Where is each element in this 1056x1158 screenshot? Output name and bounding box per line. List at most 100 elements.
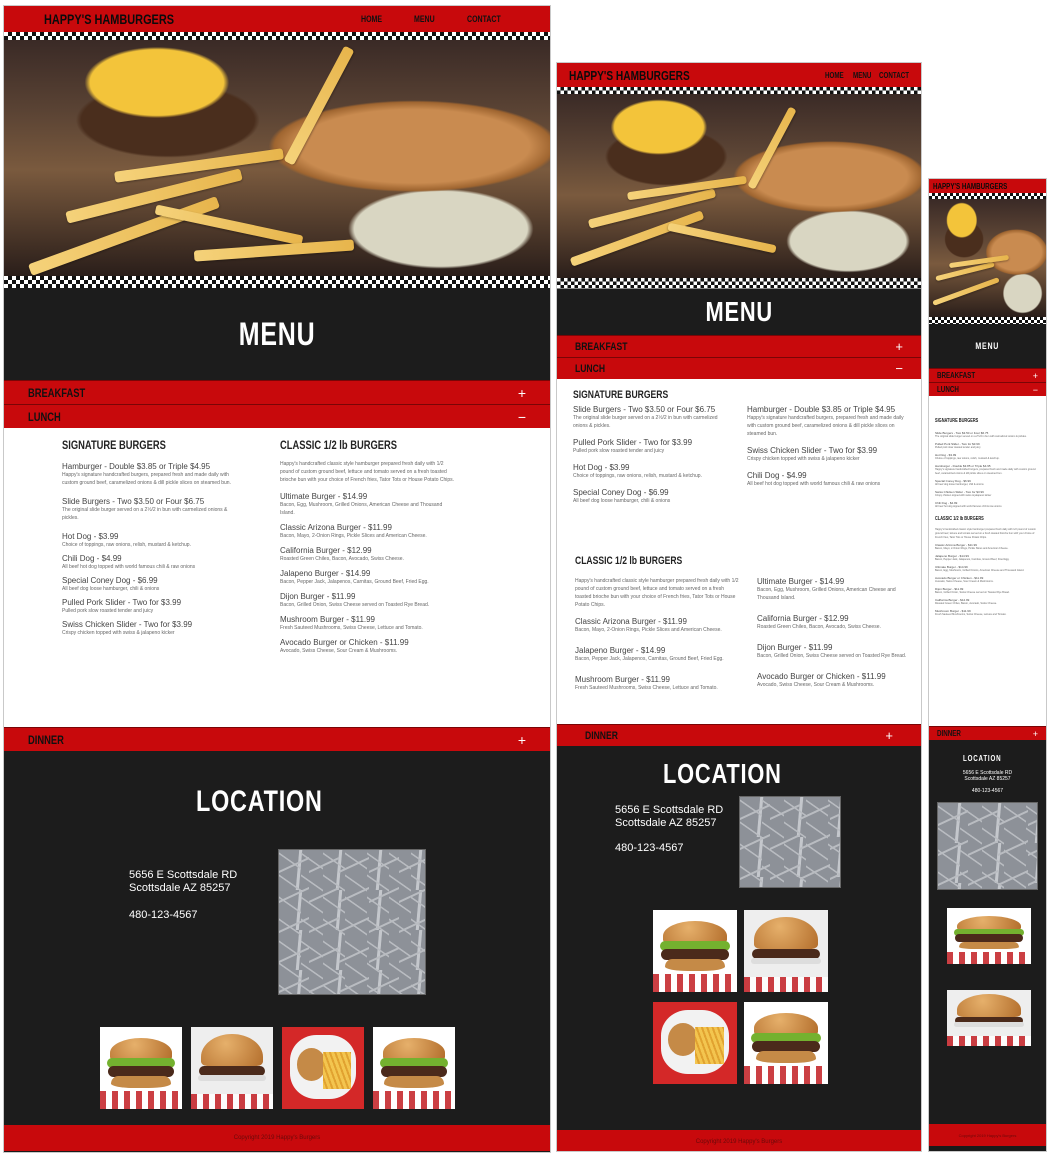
menu-item: Hamburger - Double $3.85 or Triple $4.95… — [935, 464, 1040, 476]
address-line-1: 5656 E Scottsdale RD — [129, 869, 238, 881]
accordion-lunch[interactable]: LUNCH − — [929, 382, 1046, 396]
item-desc: Bacon, Egg, Mushroom, Grilled Onions, Am… — [280, 502, 443, 516]
item-desc: Bacon, Pepper Jack, Jalapenos, Carnitas,… — [935, 558, 1010, 561]
address-block: 5656 E Scottsdale RD Scottsdale AZ 85257… — [129, 869, 237, 922]
item-desc: Bacon, Pepper Jack, Jalapenos, Carnitas,… — [575, 656, 724, 662]
menu-item: Dijon Burger - $11.99 Bacon, Grilled Onio… — [757, 643, 917, 660]
accordion-breakfast[interactable]: BREAKFAST + — [4, 380, 550, 404]
nav-menu[interactable]: MENU — [853, 71, 873, 80]
item-desc: Bacon, Egg, Mushroom, Grilled Onions, Am… — [935, 569, 1025, 572]
gallery-photo-1[interactable] — [653, 910, 737, 992]
menu-item: Pulled Pork Slider - Two for $3.99 Pulled… — [935, 442, 1040, 450]
map-image[interactable] — [739, 796, 841, 888]
menu-item: Hot Dog - $3.99 Choice of toppings, raw o… — [573, 463, 733, 480]
menu-item: Mushroom Burger - $11.99 Fresh Sauteed Mu… — [280, 615, 455, 632]
accordion-breakfast[interactable]: BREAKFAST + — [557, 335, 921, 357]
nav-home[interactable]: HOME — [825, 71, 847, 80]
gallery-photo-2[interactable] — [744, 910, 828, 992]
item-desc: Bacon, Pepper Jack, Jalapenos, Carnitas,… — [280, 579, 429, 585]
menu-item: Dijon Burger - $11.99 Bacon, Grilled Onio… — [935, 587, 1040, 595]
nav-contact[interactable]: CONTACT — [879, 71, 909, 80]
section-title: CLASSIC 1/2 lb BURGERS — [575, 555, 683, 567]
menu-item: Slide Burgers - Two $3.50 or Four $6.75 T… — [62, 497, 237, 522]
item-name: Dijon Burger - $11.99 — [280, 592, 356, 601]
desktop-preview: HAPPY'S HAMBURGERS HOME MENU CONTACT MEN… — [3, 5, 551, 1153]
accordion-dinner[interactable]: DINNER + — [557, 724, 921, 746]
section-title: SIGNATURE BURGERS — [62, 438, 166, 452]
gallery-photo-4[interactable] — [744, 1002, 828, 1084]
item-desc: All beef hot dog topped with world famou… — [935, 505, 1002, 508]
section-title: CLASSIC 1/2 lb BURGERS — [280, 438, 398, 452]
item-desc: Happy's signature handcrafted burgers, p… — [62, 472, 231, 486]
nav-contact[interactable]: CONTACT — [467, 14, 501, 24]
gallery-photo-2[interactable] — [191, 1027, 273, 1109]
copyright: Copyright 2019 Happy's Burgers — [233, 1135, 321, 1141]
mobile-preview: HAPPY'S HAMBURGERS MENU BREAKFAST + LUNC… — [928, 178, 1047, 1152]
map-image[interactable] — [937, 802, 1038, 890]
item-desc: Roasted Green Chiles, Bacon, Avocado, Sw… — [757, 624, 881, 630]
accordion-dinner[interactable]: DINNER + — [4, 727, 550, 751]
brand-logo[interactable]: HAPPY'S HAMBURGERS — [44, 11, 174, 27]
item-desc: Bacon, Mayo, 2-Onion Rings, Pickle Slice… — [935, 547, 1009, 550]
section-intro: Happy's handcrafted classic style hambur… — [280, 461, 455, 483]
location-title: LOCATION — [195, 785, 323, 818]
checker-border — [4, 276, 550, 288]
accordion-label: DINNER — [28, 732, 64, 747]
item-name: Jalapeno Burger - $14.99 — [280, 569, 371, 578]
item-name: Jalapeno Burger - $14.99 — [575, 646, 666, 655]
nav-menu[interactable]: MENU — [414, 14, 435, 24]
location-section: LOCATION 5656 E Scottsdale RD Scottsdale… — [4, 751, 550, 1125]
nav-home[interactable]: HOME — [361, 14, 382, 24]
accordion-lunch[interactable]: LUNCH − — [557, 357, 921, 379]
accordion-breakfast[interactable]: BREAKFAST + — [929, 368, 1046, 382]
item-desc: The original slide burger served on a 2½… — [935, 435, 1027, 438]
item-name: Dijon Burger - $11.99 — [757, 643, 833, 652]
gallery-photo-3[interactable] — [282, 1027, 364, 1109]
plus-icon: + — [885, 728, 893, 743]
menu-header-band: MENU — [557, 289, 921, 335]
item-desc: Bacon, Grilled Onion, Swiss Cheese serve… — [757, 653, 907, 659]
menu-title: MENU — [975, 341, 1000, 351]
menu-item: Special Coney Dog - $6.99 All beef dog lo… — [573, 488, 733, 505]
section-title: CLASSIC 1/2 lb BURGERS — [935, 516, 984, 522]
menu-item: Slide Burgers - Two $3.50 or Four $6.75 T… — [573, 405, 733, 430]
item-desc: All beef hot dog topped with world famou… — [747, 481, 881, 487]
gallery-photo-3[interactable] — [653, 1002, 737, 1084]
checker-border — [557, 87, 921, 94]
map-image[interactable] — [278, 849, 426, 995]
menu-title: MENU — [238, 315, 316, 352]
accordion-lunch[interactable]: LUNCH − — [4, 404, 550, 428]
item-name: Slide Burgers - Two $3.50 or Four $6.75 — [62, 497, 205, 506]
signature-left: Slide Burgers - Two $3.50 or Four $6.75 T… — [573, 405, 733, 505]
gallery-photo-1[interactable] — [100, 1027, 182, 1109]
signature-column: SIGNATURE BURGERS Hamburger - Double $3.… — [62, 438, 237, 637]
gallery-photo-4[interactable] — [373, 1027, 455, 1109]
item-desc: Fresh Sauteed Mushrooms, Swiss Cheese, L… — [935, 613, 1007, 616]
menu-item: California Burger - $12.99 Roasted Green … — [757, 614, 917, 631]
section-title: SIGNATURE BURGERS — [935, 418, 979, 424]
brand-logo[interactable]: HAPPY'S HAMBURGERS — [569, 68, 690, 83]
gallery-photo-2[interactable] — [947, 990, 1031, 1046]
menu-item: Pulled Pork Slider - Two for $3.99 Pulled… — [62, 598, 237, 615]
menu-header-band: MENU — [929, 324, 1046, 368]
accordion-label: LUNCH — [28, 409, 61, 424]
checker-border — [557, 278, 921, 289]
gallery-photo-1[interactable] — [947, 908, 1031, 964]
item-desc: Bacon, Grilled Onion, Swiss Cheese serve… — [280, 602, 430, 608]
navbar: HAPPY'S HAMBURGERS — [929, 179, 1046, 193]
signature-right: Hamburger - Double $3.85 or Triple $4.95… — [747, 405, 912, 488]
menu-item: Classic Arizona Burger - $11.99 Bacon, Ma… — [935, 543, 1040, 551]
hero-image — [929, 199, 1046, 317]
item-name: Pulled Pork Slider - Two for $3.99 — [62, 598, 182, 607]
item-name: Hot Dog - $3.99 — [573, 463, 630, 472]
phone-number[interactable]: 480-123-4567 — [929, 788, 1046, 794]
item-name: Mushroom Burger - $11.99 — [280, 615, 376, 624]
menu-item: Special Coney Dog - $6.99 All beef dog lo… — [62, 576, 237, 593]
phone-number[interactable]: 480-123-4567 — [129, 909, 237, 922]
footer: Copyright 2019 Happy's Burgers — [557, 1130, 921, 1151]
item-desc: Happy's signature handcrafted burgers, p… — [935, 468, 1036, 475]
brand-logo[interactable]: HAPPY'S HAMBURGERS — [933, 182, 1007, 191]
menu-item: Mushroom Burger - $11.99 Fresh Sauteed Mu… — [935, 609, 1040, 617]
phone-number[interactable]: 480-123-4567 — [615, 842, 723, 855]
accordion-dinner[interactable]: DINNER + — [929, 726, 1046, 740]
